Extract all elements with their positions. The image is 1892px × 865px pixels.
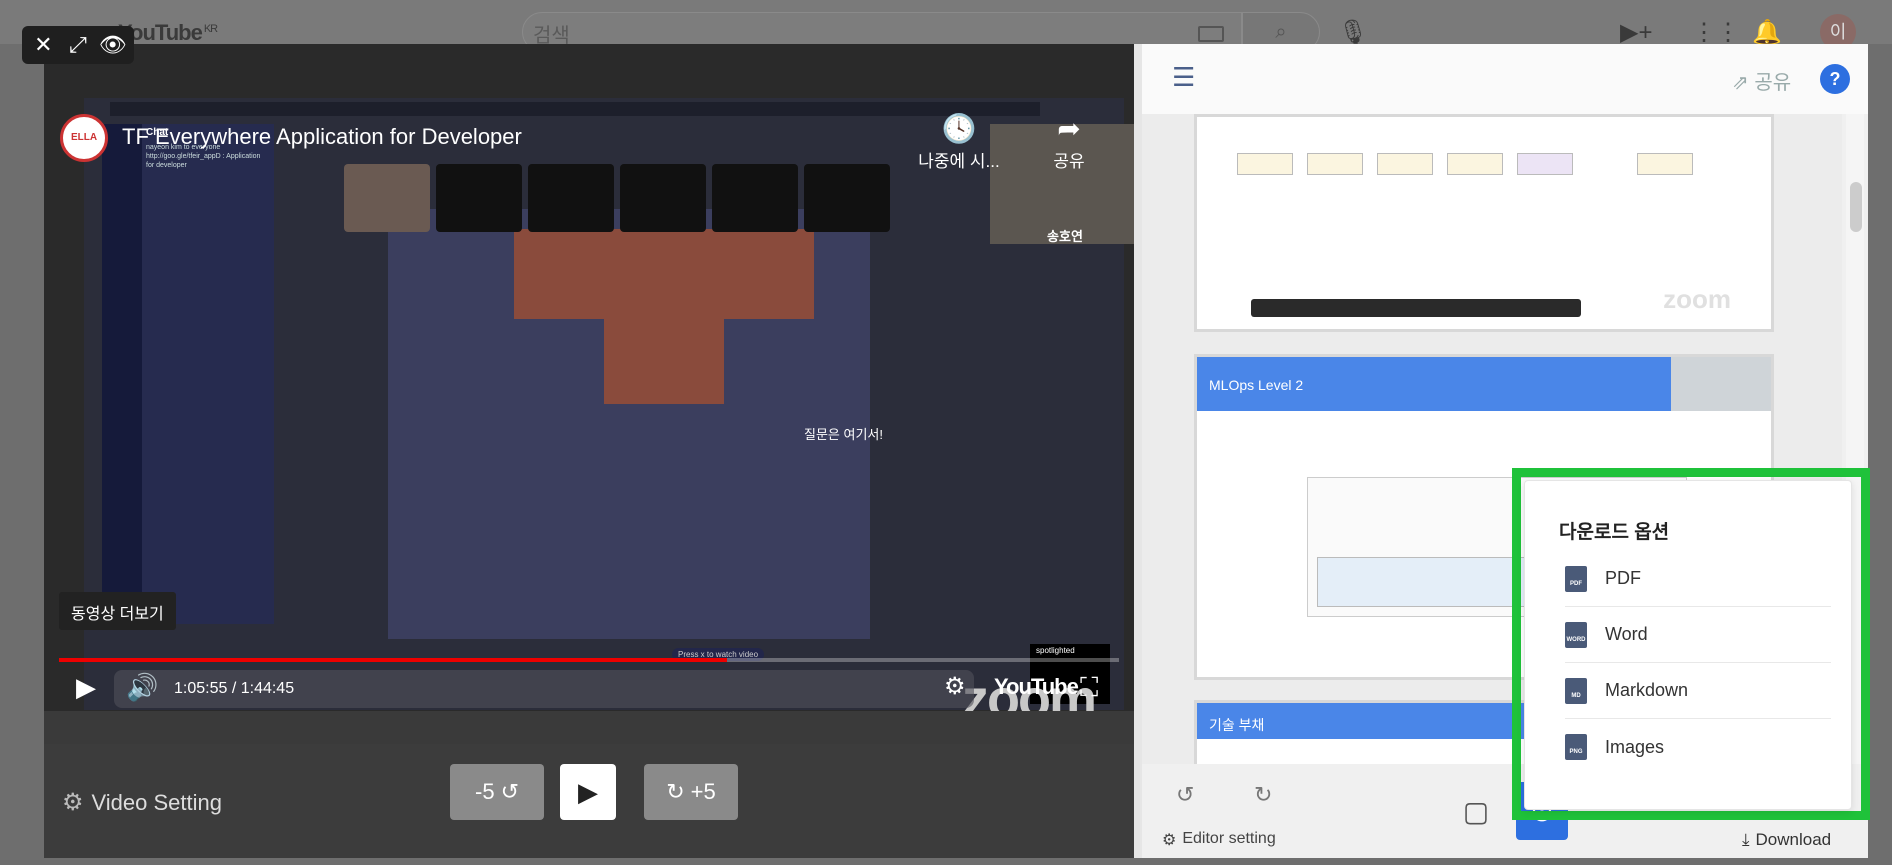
diagram-box bbox=[1237, 153, 1293, 175]
option-label: Markdown bbox=[1605, 680, 1689, 700]
video-title-bar: ELLA TF Everywhere Application for Devel… bbox=[44, 102, 1134, 171]
time-display: 1:05:55 / 1:44:45 bbox=[174, 680, 295, 697]
list-menu-icon[interactable]: ☰ bbox=[1172, 62, 1195, 93]
download-option-word[interactable]: WORD Word bbox=[1565, 607, 1831, 663]
option-label: Images bbox=[1605, 736, 1665, 757]
diagram-box bbox=[1637, 153, 1693, 175]
speaker-name: 송호연 bbox=[1047, 229, 1083, 244]
presenter-camera bbox=[1671, 357, 1771, 411]
option-label: PDF bbox=[1605, 568, 1641, 588]
editor-toolbar: ☰ ⇗ 공유 ? bbox=[1142, 44, 1868, 114]
progress-fill bbox=[59, 658, 727, 662]
participant-tile bbox=[712, 164, 798, 232]
clock-icon: 🕓 bbox=[941, 113, 977, 144]
download-options-popup: 다운로드 옵션 PDF PDF WORD Word MD Markdown PN… bbox=[1524, 480, 1852, 810]
create-video-icon[interactable]: ▶+ bbox=[1620, 18, 1652, 47]
pdf-file-icon: PDF bbox=[1565, 565, 1587, 592]
crop-region-button[interactable]: ▢ bbox=[1450, 782, 1502, 840]
share-arrow-icon: ➦ bbox=[1057, 113, 1081, 144]
chat-panel: Chat nayeon kim to everyone http://goo.g… bbox=[142, 124, 274, 624]
participant-strip bbox=[344, 164, 890, 232]
undo-icon[interactable]: ↺ bbox=[1176, 782, 1194, 808]
download-option-images[interactable]: PNG Images bbox=[1565, 719, 1831, 775]
apps-grid-icon[interactable]: ⋮⋮ bbox=[1692, 18, 1740, 47]
gather-sidebar-rail bbox=[102, 124, 142, 624]
map-label: 질문은 여기서! bbox=[804, 427, 883, 442]
download-button[interactable]: ⤓ Download bbox=[1742, 830, 1831, 850]
participant-tile bbox=[620, 164, 706, 232]
participant-tile bbox=[804, 164, 890, 232]
notification-bell-icon[interactable]: 🔔 bbox=[1752, 18, 1782, 47]
participant-tile bbox=[436, 164, 522, 232]
rewind-label: -5 bbox=[475, 779, 495, 804]
forward-5-button[interactable]: ↻ +5 bbox=[644, 764, 738, 820]
video-setting-label: Video Setting bbox=[91, 789, 222, 815]
video-setting-button[interactable]: ⚙ Video Setting bbox=[62, 788, 222, 817]
forward-icon: ↻ bbox=[666, 779, 685, 804]
search-icon: ⌕ bbox=[1275, 21, 1287, 43]
zoom-toolbar bbox=[1251, 299, 1581, 317]
diagram-box bbox=[1307, 153, 1363, 175]
channel-avatar[interactable]: ELLA bbox=[60, 114, 108, 162]
play-icon[interactable]: ▶ bbox=[76, 672, 96, 703]
video-panel: Chat nayeon kim to everyone http://goo.g… bbox=[44, 44, 1134, 858]
download-option-pdf[interactable]: PDF PDF bbox=[1565, 551, 1831, 607]
participant-tile bbox=[528, 164, 614, 232]
spotlight-label: spotlighted bbox=[1036, 646, 1075, 655]
help-button[interactable]: ? bbox=[1820, 64, 1850, 94]
editor-setting-label: Editor setting bbox=[1182, 830, 1276, 847]
video-player[interactable]: Chat nayeon kim to everyone http://goo.g… bbox=[44, 44, 1134, 711]
volume-icon[interactable]: 🔊 bbox=[126, 672, 158, 703]
redo-icon[interactable]: ↻ bbox=[1254, 782, 1272, 808]
zoom-watermark: zoom bbox=[1663, 284, 1731, 314]
fullscreen-icon[interactable]: ⛶ bbox=[1080, 672, 1098, 704]
close-icon[interactable]: ✕ bbox=[27, 29, 59, 61]
settings-gear-icon[interactable]: ⚙ bbox=[944, 672, 966, 701]
diagram-box bbox=[1447, 153, 1503, 175]
share-button[interactable]: ➦ 공유 bbox=[1024, 112, 1114, 172]
keyboard-icon[interactable] bbox=[1198, 26, 1224, 42]
gear-icon: ⚙ bbox=[62, 789, 84, 816]
option-label: Word bbox=[1605, 624, 1648, 644]
share-link-button[interactable]: ⇗ 공유 bbox=[1732, 66, 1791, 95]
download-option-markdown[interactable]: MD Markdown bbox=[1565, 663, 1831, 719]
progress-bar[interactable] bbox=[59, 658, 1119, 662]
youtube-header: YouTube KR 검색 ⌕ 🎙 ▶+ ⋮⋮ 🔔 이 bbox=[0, 0, 1892, 52]
watch-later-button[interactable]: 🕓 나중에 시... bbox=[914, 112, 1004, 172]
participant-tile bbox=[344, 164, 430, 232]
eye-icon[interactable]: 👁 bbox=[97, 29, 129, 61]
markdown-file-icon: MD bbox=[1565, 677, 1587, 704]
microphone-icon[interactable]: 🎙 bbox=[1338, 18, 1368, 47]
image-file-icon: PNG bbox=[1565, 734, 1587, 760]
map-stage-extension bbox=[604, 314, 724, 404]
video-title[interactable]: TF Everywhere Application for Developer bbox=[122, 124, 522, 150]
diagram-box bbox=[1517, 153, 1573, 175]
word-file-icon: WORD bbox=[1565, 621, 1587, 648]
rewind-5-button[interactable]: -5 ↺ bbox=[450, 764, 544, 820]
download-label: Download bbox=[1755, 830, 1832, 849]
gear-icon: ⚙ bbox=[1162, 832, 1177, 849]
play-icon: ▶ bbox=[578, 776, 598, 807]
slide-thumbnail[interactable]: zoom bbox=[1194, 114, 1774, 332]
forward-label: +5 bbox=[690, 779, 716, 804]
more-videos-button[interactable]: 동영상 더보기 bbox=[59, 592, 176, 630]
video-control-bar: ⚙ Video Setting -5 ↺ ▶ ↻ +5 bbox=[44, 744, 1134, 858]
download-icon: ⤓ bbox=[1742, 830, 1750, 849]
crop-icon: ▢ bbox=[1462, 795, 1490, 827]
rewind-icon: ↺ bbox=[500, 779, 519, 804]
overlay-controls: ✕ ⤢ 👁 bbox=[22, 26, 134, 64]
youtube-wordmark[interactable]: YouTube bbox=[994, 674, 1079, 700]
popup-title: 다운로드 옵션 bbox=[1559, 522, 1670, 543]
scrollbar-thumb[interactable] bbox=[1850, 182, 1862, 232]
map-stage bbox=[514, 229, 814, 319]
player-controls: ▶ 🔊 1:05:55 / 1:44:45 ⚙ YouTube ⛶ bbox=[44, 666, 1134, 710]
external-link-icon: ⇗ bbox=[1732, 72, 1749, 94]
expand-icon[interactable]: ⤢ bbox=[62, 29, 94, 61]
play-button[interactable]: ▶ bbox=[560, 764, 616, 820]
editor-setting-button[interactable]: ⚙ Editor setting bbox=[1162, 830, 1276, 850]
diagram-box bbox=[1377, 153, 1433, 175]
